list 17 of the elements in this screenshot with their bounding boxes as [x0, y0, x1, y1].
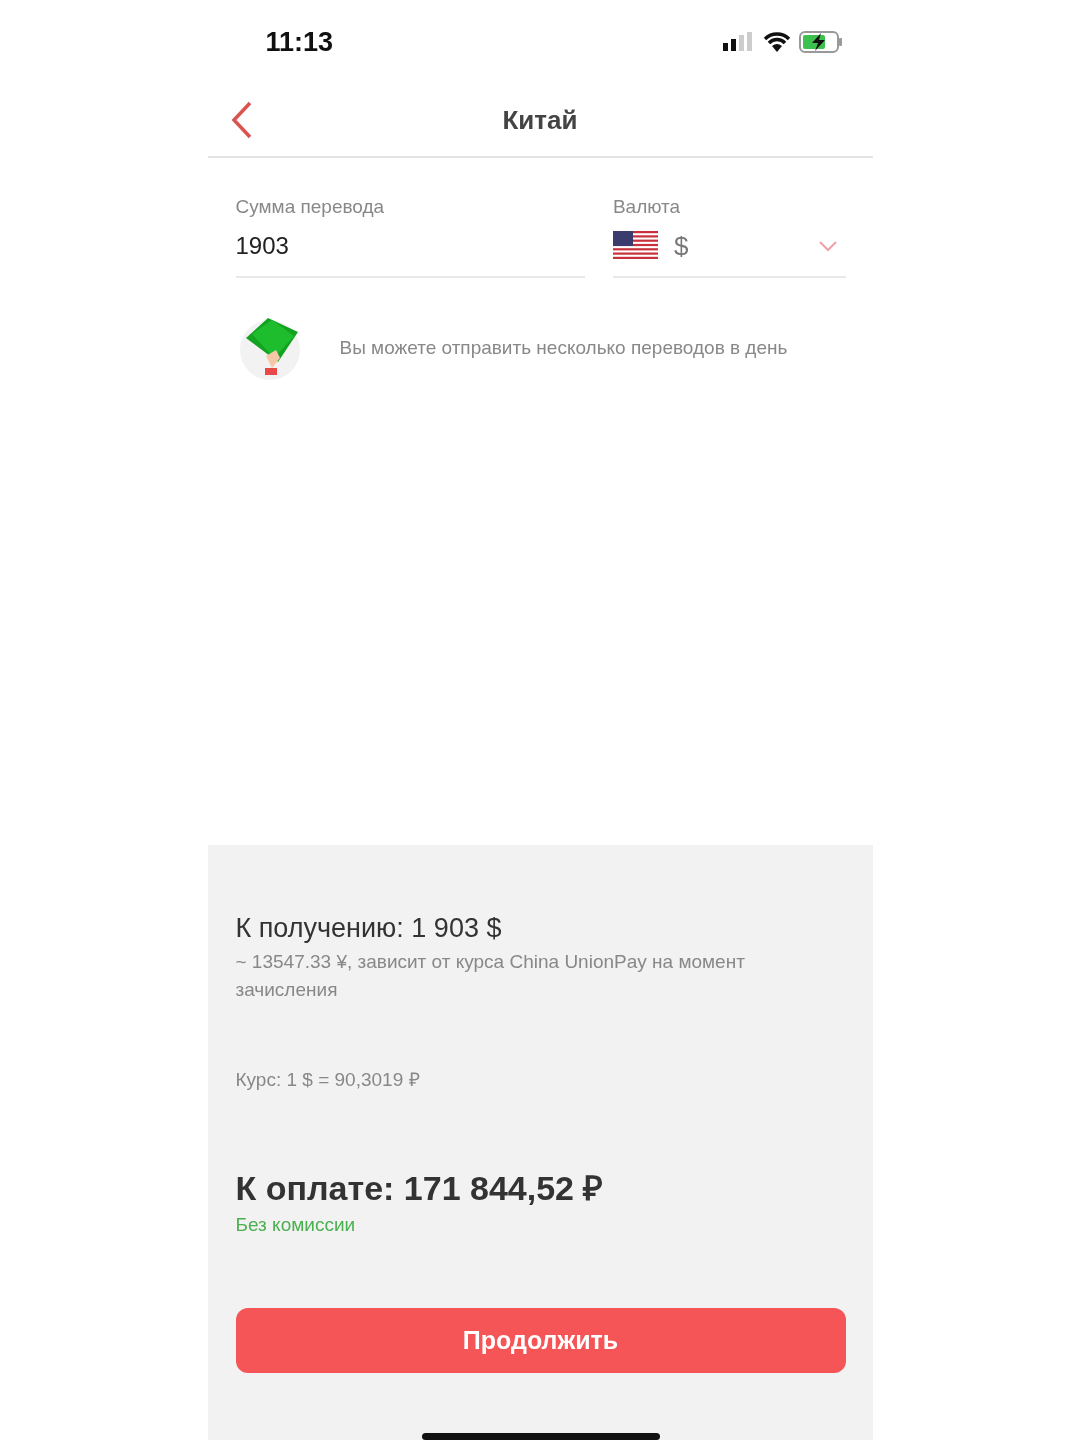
chevron-down-icon — [817, 240, 838, 252]
status-time: 11:13 — [265, 26, 334, 58]
wifi-icon — [762, 32, 791, 52]
receive-amount: К получению: 1 903 $ — [235, 913, 503, 944]
screen-title: Китай — [502, 104, 578, 136]
signal-icon — [722, 32, 755, 52]
info-text: Вы можете отправить несколько переводов в день — [339, 337, 788, 359]
amount-field[interactable]: Сумма перевода 1903 — [235, 196, 585, 278]
exchange-rate: Курс: 1 $ = 90,3019 ₽ — [235, 1068, 421, 1092]
battery-charging-icon — [798, 31, 843, 53]
currency-dropdown[interactable]: Валюта $ — [612, 196, 846, 278]
continue-button[interactable]: Продолжить — [235, 1308, 846, 1374]
back-icon[interactable] — [229, 100, 254, 140]
total-amount: К оплате: 171 844,52 ₽ — [235, 1168, 605, 1209]
flag-icon — [612, 231, 658, 261]
fee-note: Без комиссии — [235, 1214, 357, 1236]
receive-note: ~ 13547.33 ¥, зависит от курса China UnionPay на момент зачисления — [235, 950, 746, 1002]
